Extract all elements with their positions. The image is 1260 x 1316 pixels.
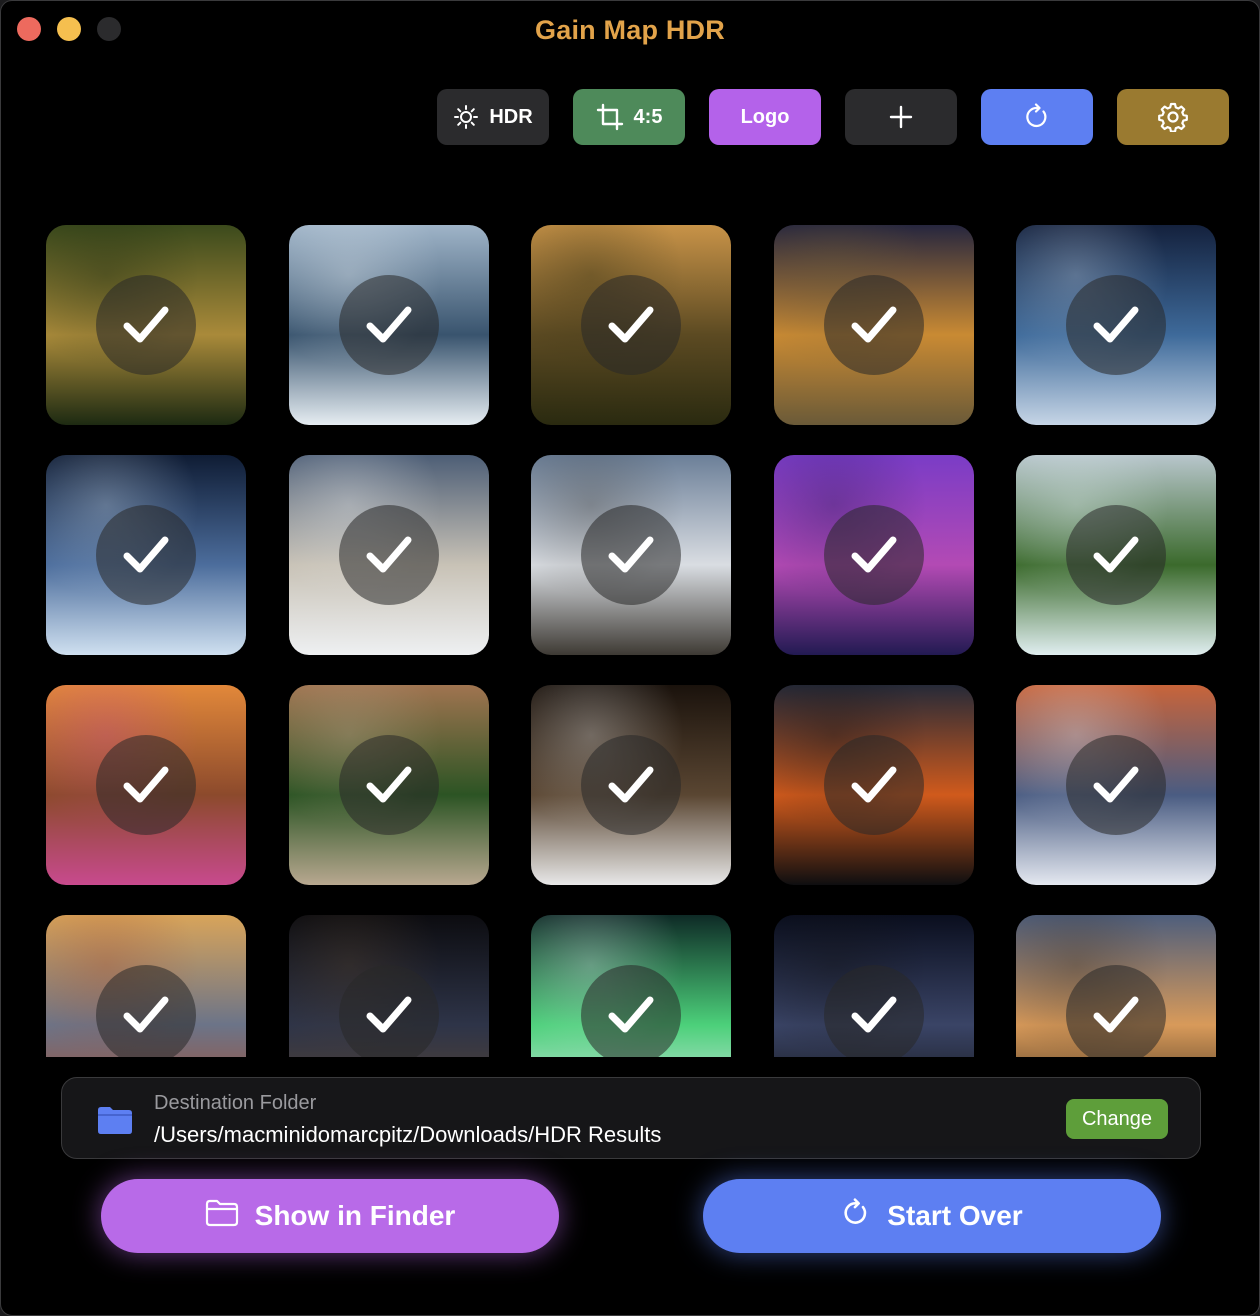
checkmark-icon xyxy=(96,275,196,375)
checkmark-icon xyxy=(1066,275,1166,375)
image-thumbnail[interactable] xyxy=(531,685,731,885)
refresh-icon xyxy=(1023,103,1051,131)
image-thumbnail[interactable] xyxy=(46,685,246,885)
crop-icon xyxy=(596,103,624,131)
image-thumbnail[interactable] xyxy=(1016,455,1216,655)
hdr-button-label: HDR xyxy=(489,105,533,128)
checkmark-icon xyxy=(338,735,439,835)
destination-folder-path: /Users/macminidomarcpitz/Downloads/HDR R… xyxy=(154,1122,662,1147)
image-thumbnail[interactable] xyxy=(1016,225,1216,425)
checkmark-icon xyxy=(338,505,439,605)
checkmark-icon xyxy=(1066,965,1166,1057)
start-over-button[interactable]: Start Over xyxy=(703,1179,1161,1253)
logo-button[interactable]: Logo xyxy=(709,89,821,145)
image-thumbnail[interactable] xyxy=(773,455,974,655)
checkmark-icon xyxy=(338,965,439,1057)
image-thumbnail[interactable] xyxy=(288,225,489,425)
hdr-button[interactable]: HDR xyxy=(437,89,549,145)
image-grid[interactable] xyxy=(1,225,1259,1057)
start-over-label: Start Over xyxy=(887,1200,1023,1231)
checkmark-icon xyxy=(96,505,196,605)
checkmark-icon xyxy=(823,275,924,375)
checkmark-icon xyxy=(581,735,681,835)
checkmark-icon xyxy=(581,275,681,375)
image-thumbnail[interactable] xyxy=(773,915,974,1057)
logo-button-label: Logo xyxy=(740,105,790,128)
window-title: Gain Map HDR xyxy=(535,15,725,45)
destination-folder-label: Destination Folder xyxy=(154,1092,317,1114)
folder-icon xyxy=(96,1104,134,1141)
image-thumbnail[interactable] xyxy=(531,915,731,1057)
checkmark-icon xyxy=(581,505,681,605)
image-thumbnail[interactable] xyxy=(46,455,246,655)
image-thumbnail[interactable] xyxy=(46,225,246,425)
image-thumbnail[interactable] xyxy=(288,915,489,1057)
image-thumbnail[interactable] xyxy=(288,685,489,885)
checkmark-icon xyxy=(823,965,924,1057)
change-folder-button[interactable]: Change xyxy=(1065,1099,1168,1139)
folder-outline-icon xyxy=(205,1199,239,1234)
image-thumbnail[interactable] xyxy=(531,455,731,655)
destination-folder-panel: Destination Folder /Users/macminidomarcp… xyxy=(61,1077,1201,1159)
settings-button[interactable] xyxy=(1117,89,1229,145)
checkmark-icon xyxy=(823,505,924,605)
checkmark-icon xyxy=(96,965,196,1057)
image-thumbnail[interactable] xyxy=(1016,685,1216,885)
refresh-icon xyxy=(841,1197,871,1235)
show-in-finder-label: Show in Finder xyxy=(254,1200,456,1231)
refresh-button[interactable] xyxy=(981,89,1093,145)
image-thumbnail[interactable] xyxy=(288,455,489,655)
checkmark-icon xyxy=(581,965,681,1057)
image-thumbnail[interactable] xyxy=(531,225,731,425)
checkmark-icon xyxy=(338,275,439,375)
gear-icon xyxy=(1158,102,1188,132)
app-window: Gain Map HDR HDR 4:5 Logo Destination Fo… xyxy=(0,0,1260,1316)
checkmark-icon xyxy=(823,735,924,835)
title-bar: Gain Map HDR xyxy=(1,1,1259,59)
checkmark-icon xyxy=(96,735,196,835)
sun-icon xyxy=(453,104,479,130)
toolbar: HDR 4:5 Logo xyxy=(1,89,1259,145)
image-thumbnail[interactable] xyxy=(1016,915,1216,1057)
crop-ratio-label: 4:5 xyxy=(633,105,663,128)
image-thumbnail[interactable] xyxy=(773,225,974,425)
plus-icon xyxy=(888,104,914,130)
add-images-button[interactable] xyxy=(845,89,957,145)
show-in-finder-button[interactable]: Show in Finder xyxy=(101,1179,559,1253)
image-thumbnail[interactable] xyxy=(773,685,974,885)
checkmark-icon xyxy=(1066,735,1166,835)
crop-ratio-button[interactable]: 4:5 xyxy=(573,89,685,145)
image-thumbnail[interactable] xyxy=(46,915,246,1057)
checkmark-icon xyxy=(1066,505,1166,605)
